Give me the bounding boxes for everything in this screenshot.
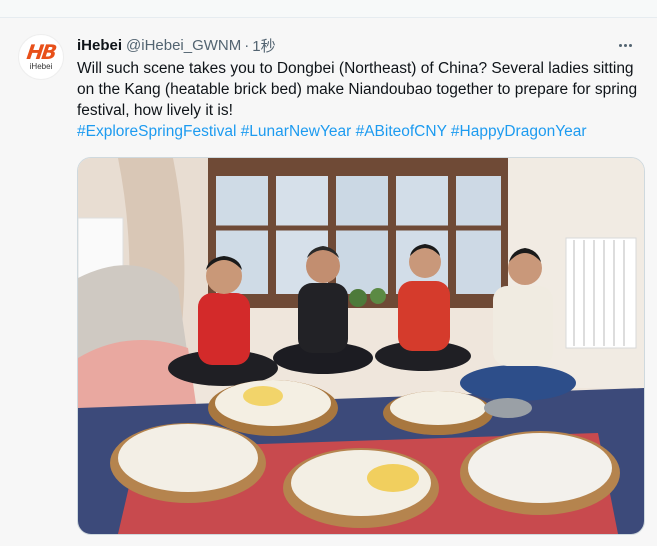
avatar[interactable]: HB iHebei xyxy=(18,34,64,80)
tweet-card[interactable]: HB iHebei iHebei @iHebei_GWNM · 1秒 Will … xyxy=(0,17,657,546)
more-horizontal-icon[interactable] xyxy=(613,33,637,57)
separator-dot: · xyxy=(244,36,250,54)
user-handle[interactable]: @iHebei_GWNM xyxy=(126,37,241,54)
display-name[interactable]: iHebei xyxy=(77,37,122,54)
hashtag-links[interactable]: #ExploreSpringFestival #LunarNewYear #AB… xyxy=(77,121,642,142)
tweet-photo[interactable] xyxy=(77,157,645,535)
timestamp[interactable]: 1秒 xyxy=(252,35,275,56)
tweet-header: iHebei @iHebei_GWNM · 1秒 xyxy=(77,35,637,55)
ihebei-logo-icon: HB xyxy=(25,40,57,64)
tweet-text: Will such scene takes you to Dongbei (No… xyxy=(77,58,642,142)
photo-scene-icon xyxy=(78,158,644,534)
tweet-body: Will such scene takes you to Dongbei (No… xyxy=(77,60,638,119)
